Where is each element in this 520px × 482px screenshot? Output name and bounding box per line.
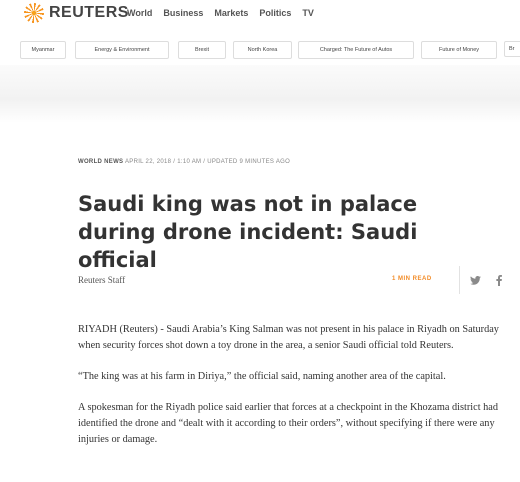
main-nav: World Business Markets Politics TV	[127, 8, 314, 18]
paragraph: A spokesman for the Riyadh police said e…	[78, 402, 499, 445]
timestamp: APRIL 22, 2018 / 1:10 AM / UPDATED 9 MIN…	[124, 159, 291, 165]
topic-myanmar[interactable]: Myanmar	[20, 41, 66, 59]
nav-business[interactable]: Business	[163, 8, 203, 18]
twitter-share-button[interactable]	[467, 272, 483, 288]
topic-north-korea[interactable]: North Korea	[233, 41, 292, 59]
article-meta: WORLD NEWS APRIL 22, 2018 / 1:10 AM / UP…	[78, 159, 290, 165]
share-divider	[459, 266, 460, 294]
section-label[interactable]: WORLD NEWS	[78, 159, 123, 165]
topic-bar: Myanmar Energy & Environment Brexit Nort…	[0, 41, 520, 59]
facebook-share-button[interactable]	[491, 272, 507, 288]
brand-name: REUTERS	[49, 4, 129, 21]
site-header: REUTERS World Business Markets Politics …	[0, 0, 520, 28]
topic-future-of-money[interactable]: Future of Money	[421, 41, 497, 59]
topic-future-of-autos[interactable]: Charged: The Future of Autos	[298, 41, 414, 59]
reuters-logo[interactable]: REUTERS	[24, 3, 129, 23]
topic-energy-environment[interactable]: Energy & Environment	[75, 41, 169, 59]
read-time-badge: 1 MIN READ	[392, 276, 432, 282]
nav-politics[interactable]: Politics	[259, 8, 291, 18]
topic-more[interactable]: Br	[504, 41, 520, 57]
paragraph: RIYADH (Reuters) - Saudi Arabia’s King S…	[78, 324, 499, 351]
nav-world[interactable]: World	[127, 8, 152, 18]
topic-brexit[interactable]: Brexit	[178, 41, 226, 59]
ad-banner	[0, 65, 520, 123]
byline[interactable]: Reuters Staff	[78, 275, 125, 285]
reuters-logo-icon	[24, 3, 44, 23]
nav-tv[interactable]: TV	[302, 8, 314, 18]
article-headline: Saudi king was not in palace during dron…	[78, 192, 418, 272]
paragraph: “The king was at his farm in Diriya,” th…	[78, 371, 446, 382]
nav-markets[interactable]: Markets	[214, 8, 248, 18]
facebook-icon	[496, 274, 502, 286]
twitter-icon	[469, 275, 481, 285]
article-body: RIYADH (Reuters) - Saudi Arabia’s King S…	[78, 322, 518, 463]
